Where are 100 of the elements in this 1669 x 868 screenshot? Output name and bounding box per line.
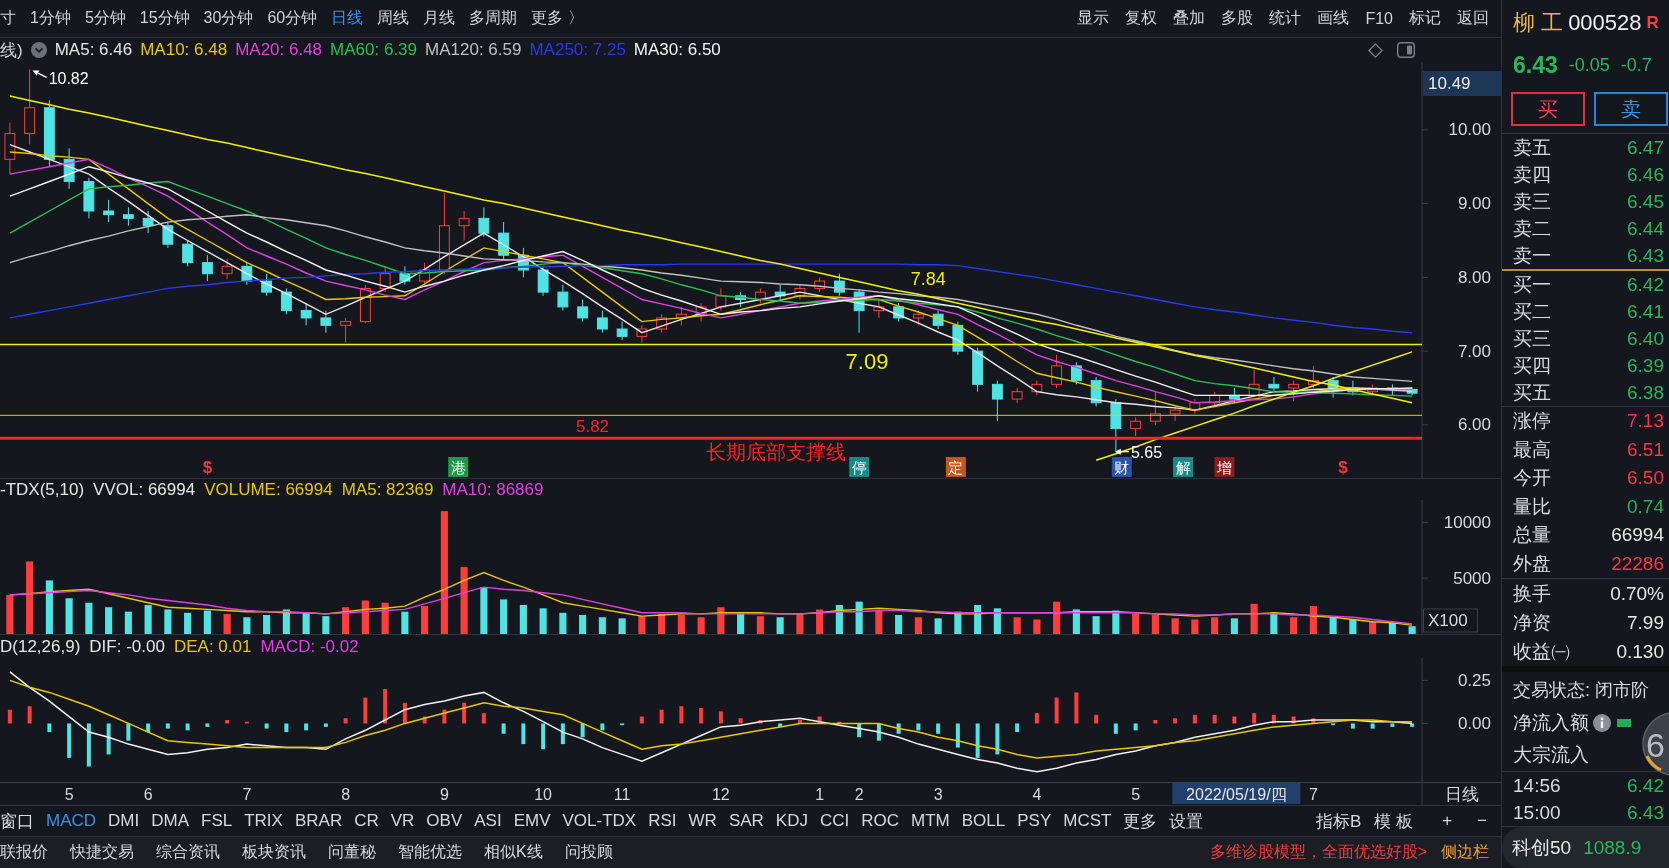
stat-value: 7.13	[1627, 410, 1664, 433]
bottom-tab[interactable]: 板块资讯	[231, 842, 317, 863]
event-tag[interactable]: 财	[1111, 457, 1132, 477]
stat-value: 66994	[1611, 524, 1664, 547]
indicator-tab[interactable]: MTM	[905, 811, 956, 831]
event-tag[interactable]: 增	[1214, 457, 1235, 477]
indicator-value: DEA: 0.01	[173, 636, 252, 657]
period-tab[interactable]: 5分钟	[77, 5, 133, 32]
candlestick	[182, 240, 194, 267]
stock-name: 柳 工	[1513, 8, 1564, 37]
indicator-tab[interactable]: 设置	[1163, 809, 1210, 833]
indicator-tab[interactable]: ASI	[468, 811, 508, 831]
event-marker[interactable]: $	[202, 457, 213, 477]
indicator-tab[interactable]: WR	[682, 811, 723, 831]
price-label: 10.82	[48, 69, 89, 87]
period-tab[interactable]: 月线	[416, 5, 463, 32]
candlestick	[1149, 391, 1161, 426]
event-tag[interactable]: 解	[1173, 457, 1194, 477]
indicator-tab[interactable]: OBV	[420, 811, 469, 831]
order-level-label: 卖五	[1513, 135, 1551, 160]
axis-label: 10	[534, 785, 552, 803]
toolbar-button[interactable]: 显示	[1069, 5, 1118, 32]
panel-toggle-icon[interactable]	[1397, 42, 1415, 58]
indicator-tab[interactable]: CR	[348, 811, 385, 831]
period-tab[interactable]: 日线	[324, 5, 371, 32]
toolbar-button[interactable]: 叠加	[1165, 5, 1214, 32]
toolbar-button[interactable]: 多股	[1213, 5, 1262, 32]
indicator-tab[interactable]: ROC	[855, 811, 906, 831]
period-tab[interactable]: 多周期	[462, 5, 525, 32]
indicator-value: MA10: 6.48	[140, 40, 228, 60]
axis-label: 8.00	[1457, 267, 1491, 287]
bottom-tab[interactable]: 问董秘	[317, 842, 387, 863]
indicator-tab[interactable]: 更多	[1117, 809, 1164, 833]
indicator-tab[interactable]: CCI	[813, 811, 856, 831]
event-marker[interactable]: $	[1338, 457, 1348, 477]
candlestick	[636, 324, 648, 343]
bottom-tab[interactable]: 综合资讯	[145, 842, 231, 863]
toolbar-button[interactable]: 复权	[1117, 5, 1166, 32]
period-tab[interactable]: 寸	[0, 5, 23, 32]
indicator-tool-button[interactable]: 指标B	[1311, 809, 1367, 833]
indicator-value: VOLUME: 66994	[204, 479, 333, 500]
indicator-tab[interactable]: KDJ	[769, 811, 814, 831]
indicator-tab[interactable]: MACD	[40, 811, 103, 831]
bottom-tab[interactable]: 相似K线	[473, 842, 554, 863]
indicator-tool-button[interactable]: 模 板	[1369, 809, 1419, 833]
promo-link[interactable]: 多维诊股模型，全面优选好股>	[1201, 842, 1435, 863]
indicator-tool-button[interactable]: +	[1432, 811, 1463, 831]
indicator-tab[interactable]: SAR	[722, 811, 770, 831]
candlestick	[498, 221, 510, 260]
cursor-date-tag: 2022/05/19/四	[1172, 783, 1301, 804]
stat-label: 今开	[1513, 466, 1551, 491]
indicator-tab[interactable]: MCST	[1057, 811, 1118, 831]
bottom-tab[interactable]: 智能优选	[387, 842, 473, 863]
bottom-tab[interactable]: 快捷交易	[59, 842, 145, 863]
indicator-tab[interactable]: VOL-TDX	[556, 811, 643, 831]
period-tab[interactable]: 30分钟	[196, 5, 261, 32]
chart-title: 线)	[0, 39, 23, 62]
sidebar-toggle[interactable]: 侧边栏	[1435, 842, 1501, 863]
indicator-tab[interactable]: RSI	[642, 811, 683, 831]
index-ticker-bar[interactable]: 科创50 1088.9	[1502, 827, 1669, 868]
axis-label: 6	[143, 785, 153, 803]
indicator-tab[interactable]: EMV	[507, 811, 557, 831]
diamond-icon[interactable]	[1368, 42, 1383, 58]
toolbar-button[interactable]: F10	[1357, 6, 1401, 31]
order-price: 6.45	[1627, 190, 1664, 213]
dropdown-icon[interactable]	[30, 42, 47, 58]
arrow-icon	[1114, 448, 1130, 455]
event-tag[interactable]: 定	[945, 457, 966, 477]
indicator-tab[interactable]: DMI	[102, 811, 146, 831]
event-tag[interactable]: 停	[849, 457, 870, 477]
indicator-tool-button[interactable]: −	[1465, 811, 1499, 831]
period-tab[interactable]: 15分钟	[132, 5, 197, 32]
indicator-tab[interactable]: PSY	[1011, 811, 1058, 831]
toolbar-button[interactable]: 画线	[1309, 5, 1358, 32]
indicator-tab[interactable]: FSL	[195, 811, 239, 831]
candlestick	[1288, 380, 1300, 402]
toolbar-button[interactable]: 统计	[1261, 5, 1310, 32]
indicator-tab[interactable]: BOLL	[955, 811, 1012, 831]
period-tab[interactable]: 周线	[370, 5, 417, 32]
period-tab[interactable]: 60分钟	[260, 5, 325, 32]
axis-label: 1	[815, 785, 825, 803]
order-price: 6.46	[1627, 163, 1664, 186]
indicator-tab[interactable]: DMA	[145, 811, 195, 831]
bottom-tab[interactable]: 联报价	[0, 842, 59, 863]
candlestick	[754, 287, 766, 304]
indicator-tab[interactable]: BRAR	[288, 811, 349, 831]
toolbar-button[interactable]: 标记	[1401, 5, 1449, 32]
trade-button[interactable]: 买	[1511, 92, 1585, 126]
period-tab[interactable]: 1分钟	[23, 5, 78, 32]
indicator-tab[interactable]: 窗口	[0, 809, 40, 833]
trade-button[interactable]: 卖	[1594, 92, 1668, 126]
toolbar-button[interactable]: 返回	[1449, 5, 1497, 32]
indicator-tab[interactable]: TRIX	[238, 811, 289, 831]
bottom-tab[interactable]: 问投顾	[553, 842, 624, 863]
indicator-value: VVOL: 66994	[93, 479, 196, 500]
period-tab[interactable]: 更多 〉	[524, 5, 591, 32]
indicator-tab[interactable]: VR	[384, 811, 421, 831]
candlestick	[1189, 398, 1201, 415]
event-tag[interactable]: 港	[448, 457, 469, 477]
info-icon[interactable]	[1593, 714, 1611, 732]
